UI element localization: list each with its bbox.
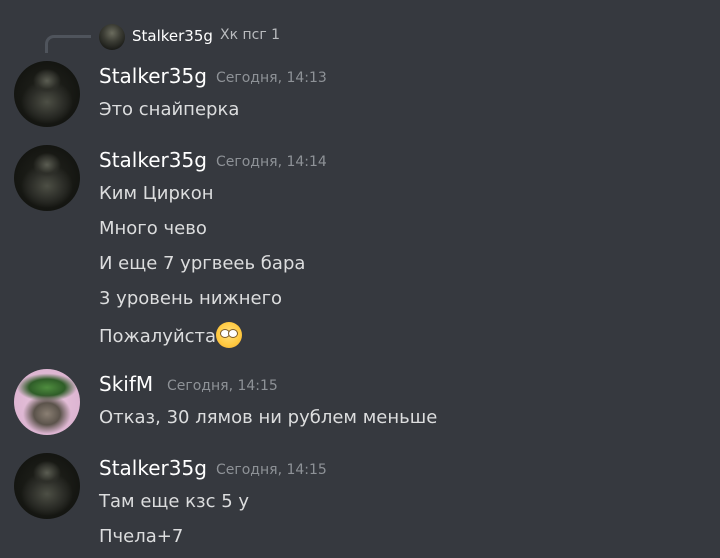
message-text: Ким Циркон	[99, 183, 214, 204]
reply-author[interactable]: Stalker35g	[132, 27, 213, 45]
message-author[interactable]: Stalker35g	[99, 64, 207, 88]
message-text: Это снайперка	[99, 99, 240, 120]
message-text: И еще 7 ургвееь бара	[99, 253, 306, 274]
avatar[interactable]	[14, 145, 80, 211]
message-text: Отказ, 30 лямов ни рублем меньше	[99, 407, 438, 428]
message-author[interactable]: SkifM	[99, 372, 153, 396]
message-timestamp: Сегодня, 14:15	[216, 462, 327, 478]
avatar[interactable]	[14, 61, 80, 127]
message-text: 3 уровень нижнего	[99, 288, 283, 309]
message-text: Там еще кзс 5 у	[99, 491, 250, 512]
message-text: Пчела+7	[99, 526, 184, 547]
message-author[interactable]: Stalker35g	[99, 456, 207, 480]
avatar[interactable]	[14, 453, 80, 519]
message-author[interactable]: Stalker35g	[99, 148, 207, 172]
reply-connector	[45, 35, 91, 53]
avatar[interactable]	[14, 369, 80, 435]
message-timestamp: Сегодня, 14:14	[216, 154, 327, 170]
message-text: Пожалуйста	[99, 326, 217, 347]
message-text-with-emoji: Пожалуйста	[99, 322, 243, 348]
reply-avatar[interactable]	[99, 24, 125, 50]
message-text: Много чево	[99, 218, 207, 239]
message-timestamp: Сегодня, 14:15	[167, 378, 278, 394]
message-timestamp: Сегодня, 14:13	[216, 70, 327, 86]
reply-text[interactable]: Хк псг 1	[220, 27, 280, 43]
rolling-eyes-emoji-icon[interactable]	[216, 322, 243, 348]
